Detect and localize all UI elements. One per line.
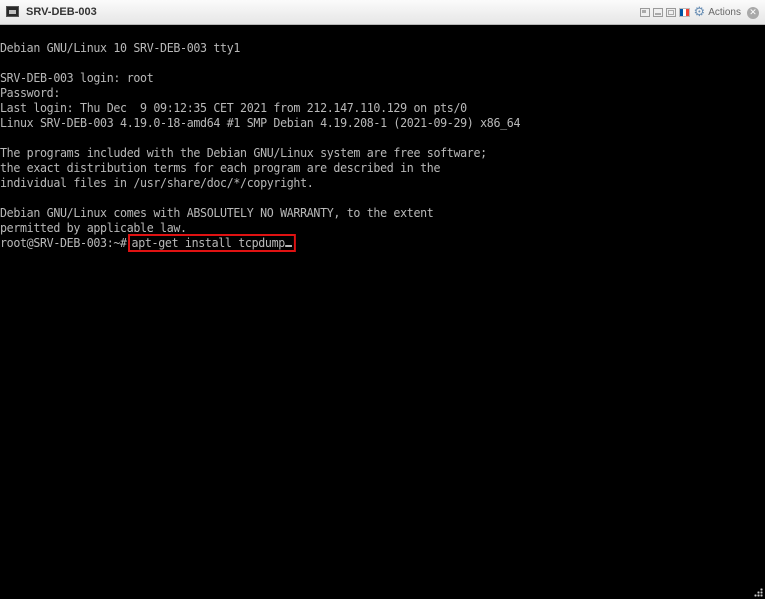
highlighted-command-box[interactable]: apt-get install tcpdump xyxy=(127,234,296,252)
minimize-icon[interactable] xyxy=(652,8,663,17)
shell-prompt: root@SRV-DEB-003:~# xyxy=(0,236,127,250)
flag-stripe-red xyxy=(685,9,689,16)
actions-menu-button[interactable]: Actions xyxy=(708,7,741,19)
terminal-line: SRV-DEB-003 login: root xyxy=(0,71,154,85)
text-cursor xyxy=(284,245,292,247)
resize-grip-icon[interactable] xyxy=(754,588,763,597)
title-bar: SRV-DEB-003 ⚙ Actions ✕ xyxy=(0,0,765,25)
typed-command: apt-get install tcpdump xyxy=(131,236,286,250)
vm-console-window: SRV-DEB-003 ⚙ Actions ✕ Debian GNU/Linux… xyxy=(0,0,765,599)
close-icon[interactable]: ✕ xyxy=(747,6,759,19)
terminal-line: Debian GNU/Linux 10 SRV-DEB-003 tty1 xyxy=(0,41,241,55)
terminal-line: Linux SRV-DEB-003 4.19.0-18-amd64 #1 SMP… xyxy=(0,116,521,130)
terminal-line: The programs included with the Debian GN… xyxy=(0,146,487,160)
terminal-line: Password: xyxy=(0,86,61,100)
terminal-line: Last login: Thu Dec 9 09:12:35 CET 2021 … xyxy=(0,101,467,115)
view-mode-icon[interactable] xyxy=(639,8,650,17)
terminal-line: Debian GNU/Linux comes with ABSOLUTELY N… xyxy=(0,206,434,220)
gear-icon[interactable]: ⚙ xyxy=(694,6,706,19)
window-title: SRV-DEB-003 xyxy=(26,6,97,18)
terminal-screen[interactable]: Debian GNU/Linux 10 SRV-DEB-003 tty1 SRV-… xyxy=(0,26,765,599)
keyboard-language-flag-icon[interactable] xyxy=(678,8,690,17)
prompt-line: root@SRV-DEB-003:~# apt-get install tcpdu… xyxy=(0,234,520,252)
terminal-output: Debian GNU/Linux 10 SRV-DEB-003 tty1 SRV-… xyxy=(0,41,536,252)
console-window-icon xyxy=(6,6,19,17)
maximize-icon[interactable] xyxy=(665,8,676,17)
terminal-line: the exact distribution terms for each pr… xyxy=(0,161,441,175)
title-bar-controls: ⚙ Actions ✕ xyxy=(639,5,759,20)
terminal-line: individual files in /usr/share/doc/*/cop… xyxy=(0,176,314,190)
